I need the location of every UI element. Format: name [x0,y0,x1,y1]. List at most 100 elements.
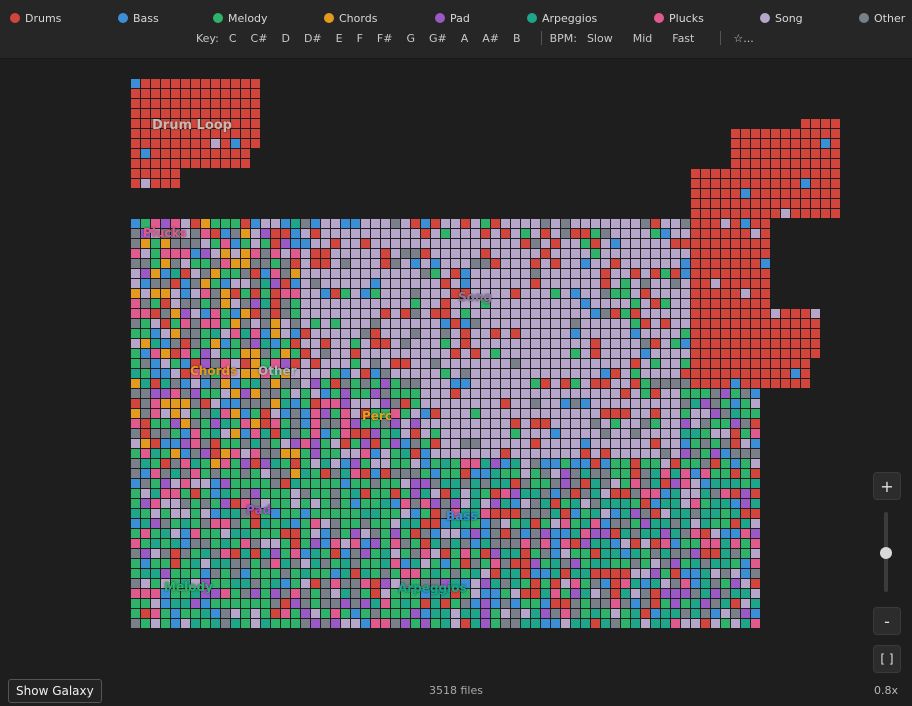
sample-cell[interactable] [621,519,630,528]
sample-cell[interactable] [221,379,230,388]
sample-cell[interactable] [421,279,430,288]
sample-cell[interactable] [751,379,760,388]
sample-cell[interactable] [651,299,660,308]
sample-cell[interactable] [401,349,410,358]
sample-cell[interactable] [621,359,630,368]
sample-cell[interactable] [721,229,730,238]
sample-cell[interactable] [471,239,480,248]
sample-cell[interactable] [601,219,610,228]
sample-cell[interactable] [601,229,610,238]
sample-cell[interactable] [821,149,830,158]
sample-cell[interactable] [151,299,160,308]
sample-cell[interactable] [401,409,410,418]
sample-cell[interactable] [191,359,200,368]
sample-cell[interactable] [691,519,700,528]
sample-cell[interactable] [671,279,680,288]
sample-cell[interactable] [631,539,640,548]
sample-cell[interactable] [461,379,470,388]
sample-cell[interactable] [741,389,750,398]
sample-cell[interactable] [651,389,660,398]
sample-cell[interactable] [341,309,350,318]
sample-cell[interactable] [351,439,360,448]
sample-cell[interactable] [541,519,550,528]
sample-cell[interactable] [301,239,310,248]
sample-cell[interactable] [281,389,290,398]
sample-cell[interactable] [681,579,690,588]
sample-cell[interactable] [351,459,360,468]
sample-cell[interactable] [131,549,140,558]
sample-cell[interactable] [411,349,420,358]
sample-cell[interactable] [621,239,630,248]
sample-cell[interactable] [691,189,700,198]
sample-cell[interactable] [601,549,610,558]
sample-cell[interactable] [251,349,260,358]
sample-cell[interactable] [731,439,740,448]
sample-cell[interactable] [141,359,150,368]
sample-cell[interactable] [741,519,750,528]
sample-cell[interactable] [181,529,190,538]
sample-cell[interactable] [331,519,340,528]
sample-cell[interactable] [131,99,140,108]
sample-cell[interactable] [771,149,780,158]
sample-cell[interactable] [521,529,530,538]
sample-cell[interactable] [361,579,370,588]
sample-cell[interactable] [761,209,770,218]
sample-cell[interactable] [231,379,240,388]
sample-cell[interactable] [631,419,640,428]
sample-cell[interactable] [291,259,300,268]
sample-cell[interactable] [411,599,420,608]
sample-cell[interactable] [391,229,400,238]
sample-cell[interactable] [271,599,280,608]
sample-cell[interactable] [741,609,750,618]
sample-cell[interactable] [391,299,400,308]
sample-cell[interactable] [151,549,160,558]
sample-cell[interactable] [141,269,150,278]
sample-cell[interactable] [441,559,450,568]
sample-cell[interactable] [521,619,530,628]
sample-cell[interactable] [541,459,550,468]
sample-cell[interactable] [171,299,180,308]
sample-cell[interactable] [371,419,380,428]
sample-cell[interactable] [741,289,750,298]
sample-cell[interactable] [621,569,630,578]
sample-cell[interactable] [291,379,300,388]
sample-cell[interactable] [301,439,310,448]
sample-cell[interactable] [441,479,450,488]
sample-cell[interactable] [661,419,670,428]
sample-cell[interactable] [631,559,640,568]
sample-cell[interactable] [301,299,310,308]
sample-cell[interactable] [321,419,330,428]
sample-cell[interactable] [691,319,700,328]
sample-cell[interactable] [731,509,740,518]
sample-cell[interactable] [721,259,730,268]
sample-cell[interactable] [471,599,480,608]
sample-cell[interactable] [181,379,190,388]
sample-cell[interactable] [311,529,320,538]
sample-cell[interactable] [161,459,170,468]
sample-cell[interactable] [171,429,180,438]
sample-cell[interactable] [781,159,790,168]
sample-cell[interactable] [251,279,260,288]
sample-cell[interactable] [651,509,660,518]
sample-cell[interactable] [431,479,440,488]
sample-cell[interactable] [791,139,800,148]
sample-cell[interactable] [631,249,640,258]
sample-cell[interactable] [721,519,730,528]
sample-cell[interactable] [681,219,690,228]
sample-cell[interactable] [161,549,170,558]
sample-cell[interactable] [221,469,230,478]
sample-cell[interactable] [251,429,260,438]
sample-cell[interactable] [621,479,630,488]
sample-cell[interactable] [671,509,680,518]
sample-cell[interactable] [671,269,680,278]
sample-cell[interactable] [211,479,220,488]
sample-cell[interactable] [621,219,630,228]
sample-cell[interactable] [301,549,310,558]
sample-cell[interactable] [411,219,420,228]
sample-cell[interactable] [691,279,700,288]
sample-cell[interactable] [721,319,730,328]
sample-cell[interactable] [381,359,390,368]
sample-cell[interactable] [591,229,600,238]
sample-cell[interactable] [511,529,520,538]
sample-cell[interactable] [201,149,210,158]
